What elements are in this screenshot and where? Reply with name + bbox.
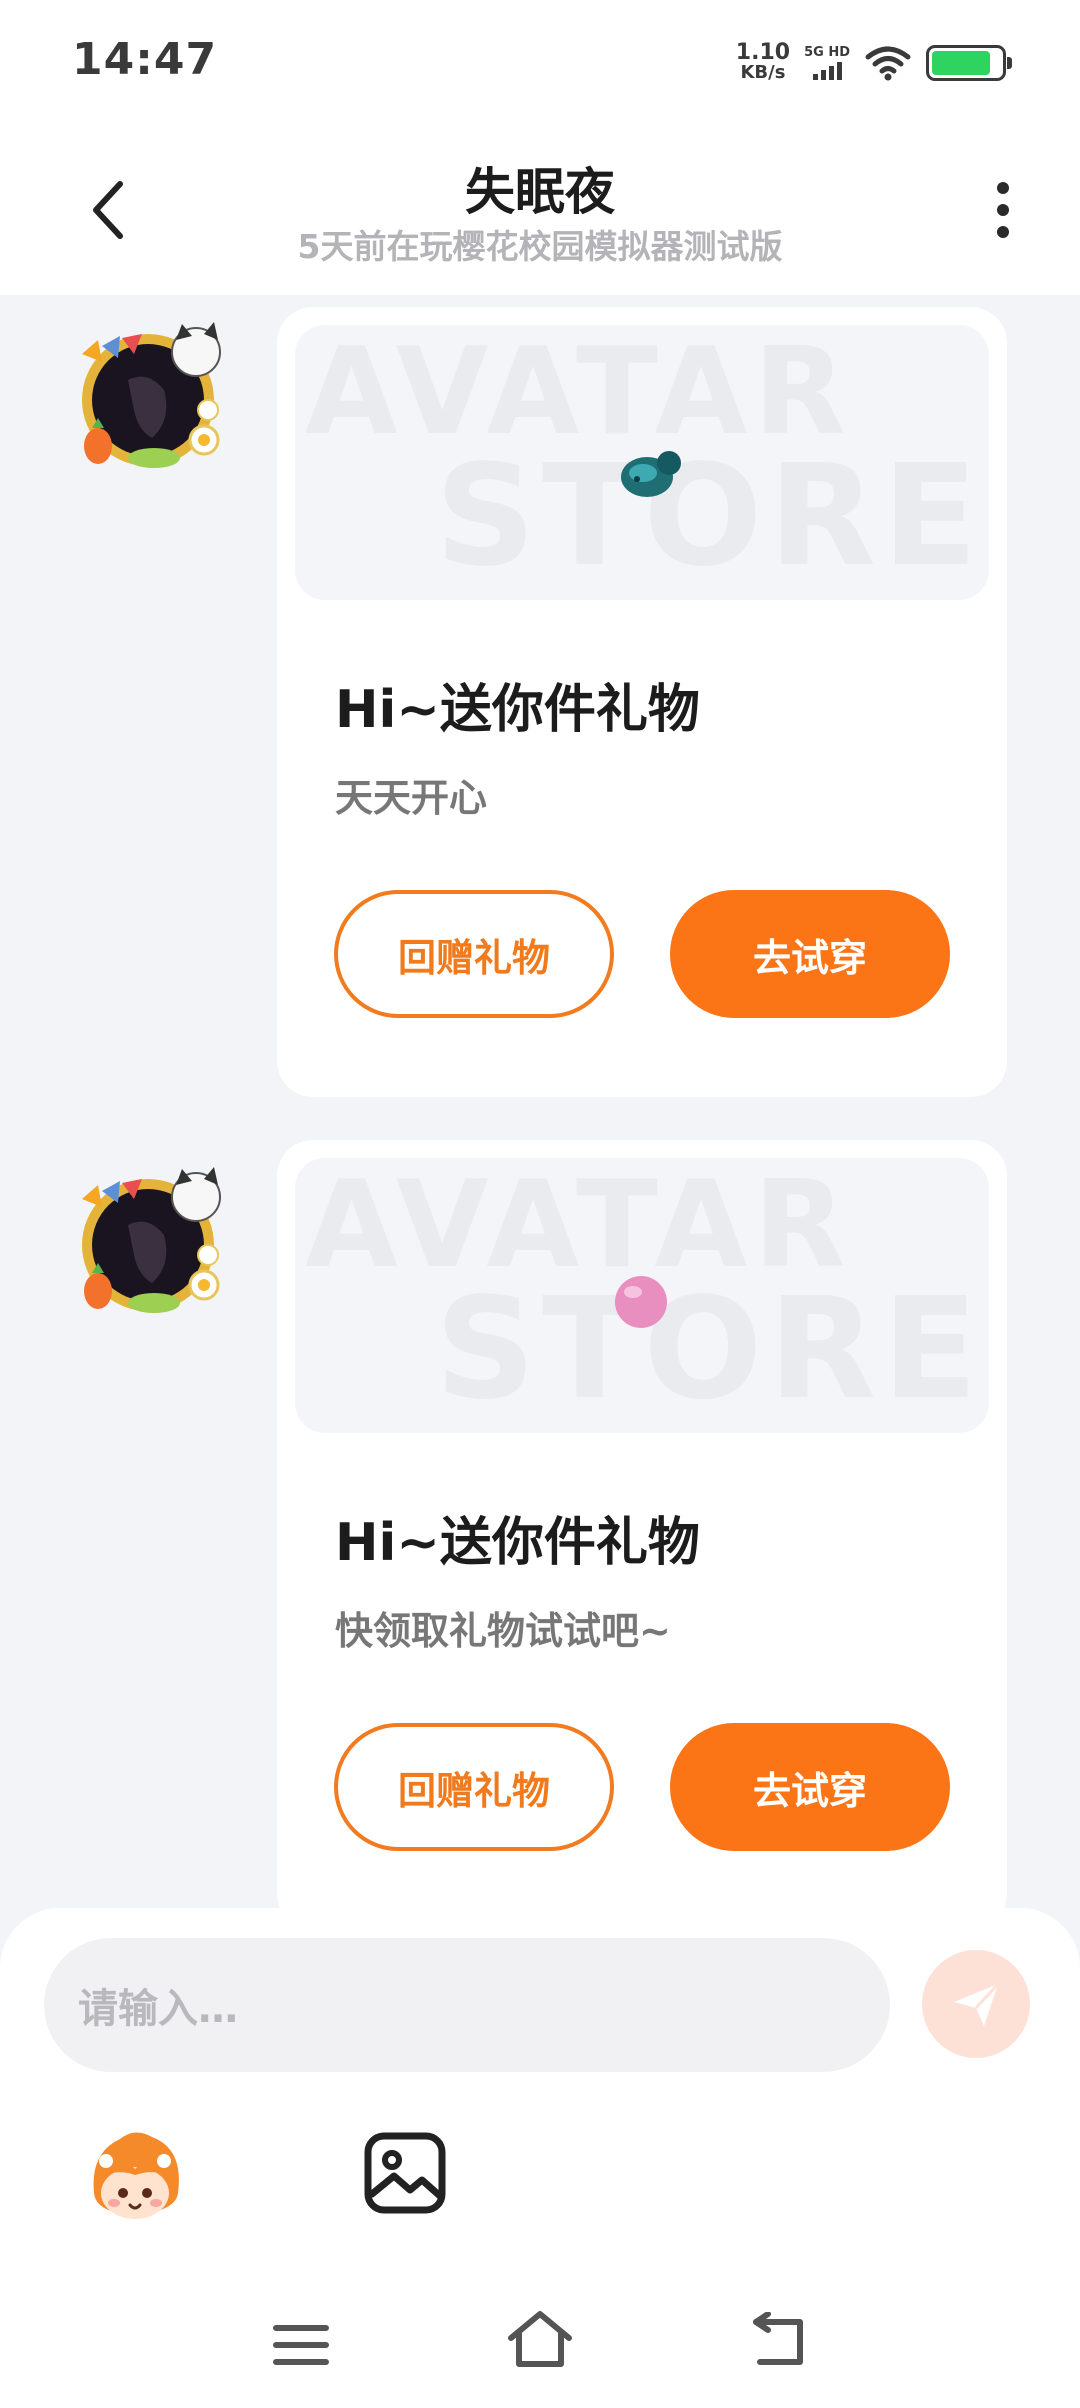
sticker-icon[interactable] <box>80 2123 190 2233</box>
more-options-button[interactable] <box>978 170 1028 250</box>
home-icon[interactable] <box>505 2308 575 2370</box>
gift-card: AVATAR STORE Hi~送你件礼物 天天开心 回赠礼物 去试穿 <box>277 307 1007 1097</box>
gift-message: 天天开心 <box>335 776 488 820</box>
menu-icon[interactable] <box>272 2320 330 2370</box>
status-time: 14:47 <box>72 34 218 85</box>
sender-avatar[interactable] <box>68 310 238 480</box>
back-icon[interactable] <box>750 2312 812 2370</box>
pacifier-icon <box>621 451 681 497</box>
gift-preview: AVATAR STORE <box>295 325 989 600</box>
message-input[interactable]: 请输入… <box>44 1938 890 2072</box>
network-speed-unit: KB/s <box>740 62 786 83</box>
network-type-label: 5G HD <box>804 45 850 60</box>
page-subtitle: 5天前在玩樱花校园模拟器测试版 <box>297 227 783 266</box>
gift-message: 快领取礼物试试吧~ <box>335 1609 671 1653</box>
return-gift-button[interactable]: 回赠礼物 <box>334 1723 614 1851</box>
gift-title: Hi~送你件礼物 <box>335 680 700 740</box>
network-speed: 1.10 KB/s <box>735 40 791 83</box>
image-icon[interactable] <box>360 2128 450 2218</box>
status-icons: 1.10 KB/s 5G HD <box>735 38 1012 88</box>
send-button[interactable] <box>922 1950 1030 2058</box>
chat-screen: 14:47 1.10 KB/s 5G HD 失眠夜 5天前在玩樱花校园模拟器测试… <box>0 0 1080 2408</box>
return-gift-button[interactable]: 回赠礼物 <box>334 890 614 1018</box>
send-icon <box>954 1982 1000 2026</box>
more-vertical-icon <box>997 182 1009 194</box>
status-bar: 14:47 1.10 KB/s 5G HD <box>0 0 1080 130</box>
sender-avatar[interactable] <box>68 1155 238 1325</box>
chat-header: 失眠夜 5天前在玩樱花校园模拟器测试版 <box>0 130 1080 295</box>
network-speed-value: 1.10 <box>735 40 791 65</box>
cellular-signal-icon: 5G HD <box>804 46 850 80</box>
gift-card: AVATAR STORE Hi~送你件礼物 快领取礼物试试吧~ 回赠礼物 去试穿 <box>277 1140 1007 1915</box>
try-on-button[interactable]: 去试穿 <box>670 890 950 1018</box>
wifi-icon <box>865 46 911 81</box>
page-title: 失眠夜 <box>465 163 615 221</box>
watermark-text: STORE <box>435 1268 984 1431</box>
watermark-text: STORE <box>435 435 984 598</box>
gift-title: Hi~送你件礼物 <box>335 1513 700 1573</box>
gift-preview: AVATAR STORE <box>295 1158 989 1433</box>
battery-icon <box>926 45 1012 81</box>
pink-ball-icon <box>615 1276 667 1328</box>
battery-level <box>932 51 990 75</box>
try-on-button[interactable]: 去试穿 <box>670 1723 950 1851</box>
message-list[interactable]: AVATAR STORE Hi~送你件礼物 天天开心 回赠礼物 去试穿 AVAT… <box>0 295 1080 1915</box>
